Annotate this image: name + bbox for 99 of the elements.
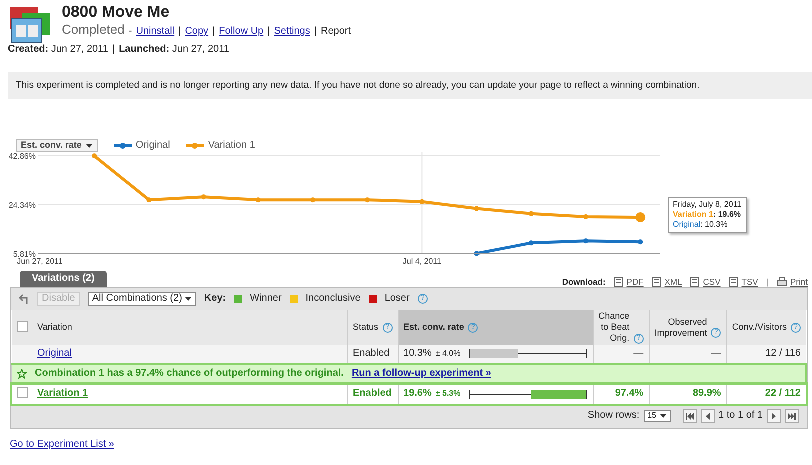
select-all-checkbox[interactable]: [16, 320, 28, 332]
download-label: Download:: [562, 277, 606, 288]
x-tick-label: Jun 27, 2011: [17, 257, 63, 266]
date-info: Launched: Jun 27, 2011: [119, 44, 230, 56]
next-page-icon: [770, 412, 778, 420]
y-tick-label: 24.34%: [8, 201, 36, 210]
legend-label: Loser: [384, 293, 410, 306]
status-text: Completed: [62, 22, 125, 38]
point: [201, 194, 206, 200]
experiment-list-link[interactable]: Go to Experiment List »: [10, 438, 114, 451]
star-icon: [17, 368, 27, 379]
column-header: Chance to Beat Orig.: [598, 311, 630, 344]
separator: -: [128, 26, 132, 38]
variations-tab[interactable]: Variations (2): [20, 271, 107, 288]
previous-page-icon: [704, 412, 712, 420]
column-header: Status: [353, 322, 379, 333]
next-page-button[interactable]: [767, 409, 781, 424]
x-tick-label: Jul 4, 2011: [402, 257, 442, 266]
separator: |: [178, 26, 182, 38]
document-icon[interactable]: [614, 277, 623, 288]
metric-dropdown[interactable]: Est. conv. rate: [16, 139, 98, 152]
legend-label: Winner: [250, 293, 282, 306]
point: [528, 240, 534, 246]
download-link[interactable]: PDF: [626, 277, 644, 288]
point: [584, 238, 588, 244]
action-link[interactable]: Uninstall: [136, 26, 175, 38]
table-cell: 89.9%: [692, 388, 722, 400]
print-link[interactable]: Print: [790, 277, 808, 288]
point: [92, 154, 98, 159]
point: [474, 206, 480, 212]
last-page-icon: [788, 412, 796, 420]
status-text: Enabled: [353, 348, 390, 359]
row-checkbox[interactable]: [16, 386, 28, 398]
download-link[interactable]: XML: [664, 277, 682, 288]
rate-value: 10.3%: [404, 348, 432, 360]
undo-arrow-icon[interactable]: [19, 294, 29, 304]
caret-icon: [660, 414, 667, 418]
caret-icon: [86, 144, 93, 148]
legend-label: Inconclusive: [306, 293, 361, 306]
separator: |: [112, 44, 116, 56]
first-page-button[interactable]: [682, 409, 697, 424]
margin-value: ± 4.0%: [436, 348, 461, 359]
notice-message: This experiment is completed and is no longer reporting any new data. If you have not done so already, you can update your page to reflect a winning combination.: [8, 72, 812, 100]
column-header: Est. conv. rate: [404, 322, 464, 333]
margin-value: ± 5.3%: [436, 389, 461, 400]
document-icon[interactable]: [652, 277, 661, 288]
first-page-icon: [686, 412, 694, 420]
rows-per-page-dropdown[interactable]: 15: [644, 410, 671, 422]
status-text: Enabled: [353, 388, 392, 400]
variation-link[interactable]: Original: [38, 348, 72, 359]
table-cell: —: [634, 348, 644, 359]
action-link[interactable]: Settings: [274, 26, 310, 38]
current-view-label: Report: [320, 26, 351, 38]
point: [528, 212, 534, 217]
point: [638, 240, 644, 245]
caret-icon: [185, 297, 192, 302]
separator: |: [212, 26, 216, 38]
table-cell: 12 / 116: [766, 348, 801, 359]
point: [365, 198, 370, 203]
point: [256, 198, 261, 203]
legend-item: Variation 1: [186, 140, 256, 152]
rate-value: 19.6%: [404, 388, 432, 400]
legend-label: Variation 1: [208, 140, 256, 152]
follow-up-link[interactable]: Run a follow-up experiment »: [352, 368, 492, 380]
point: [584, 214, 588, 220]
action-link[interactable]: Follow Up: [219, 26, 264, 38]
separator: |: [314, 26, 317, 38]
table-cell: 97.4%: [615, 388, 644, 400]
chart-tooltip: Friday, July 8, 2011 Variation 1: 19.6% Original: 10.3%: [668, 197, 747, 234]
table-cell: —: [711, 348, 722, 359]
point: [310, 198, 316, 203]
column-header: Variation: [38, 322, 72, 333]
column-header: Observed Improvement: [654, 316, 708, 338]
separator: |: [766, 277, 769, 288]
previous-page-button[interactable]: [700, 409, 715, 424]
separator: |: [268, 26, 270, 38]
last-page-button[interactable]: [785, 409, 799, 424]
legend-label: Original: [136, 140, 170, 152]
table-cell: 22 / 112: [765, 388, 801, 400]
y-tick-label: 5.81%: [13, 250, 36, 260]
action-link[interactable]: Copy: [185, 26, 209, 38]
date-info: Created: Jun 27, 2011: [8, 44, 108, 56]
point: [420, 200, 425, 205]
document-icon[interactable]: [690, 277, 700, 288]
legend-item: Original: [114, 140, 170, 152]
show-rows-label: Show rows:: [588, 410, 640, 422]
winner-message: Combination 1 has a 97.4% chance of outperforming the original.: [35, 368, 344, 380]
y-tick-label: 42.86%: [8, 152, 36, 162]
variation-link[interactable]: Variation 1: [38, 388, 88, 400]
key-label: Key:: [204, 293, 226, 306]
download-link[interactable]: CSV: [703, 277, 721, 288]
download-link[interactable]: TSV: [742, 277, 758, 288]
column-header: Conv./Visitors: [732, 322, 787, 333]
point: [146, 198, 152, 203]
page-range: 1 to 1 of 1: [718, 410, 763, 422]
document-icon[interactable]: [728, 277, 738, 288]
experiment-title: 0800 Move Me: [62, 4, 171, 22]
printer-icon[interactable]: [776, 277, 787, 288]
combinations-dropdown[interactable]: All Combinations (2): [88, 292, 196, 306]
